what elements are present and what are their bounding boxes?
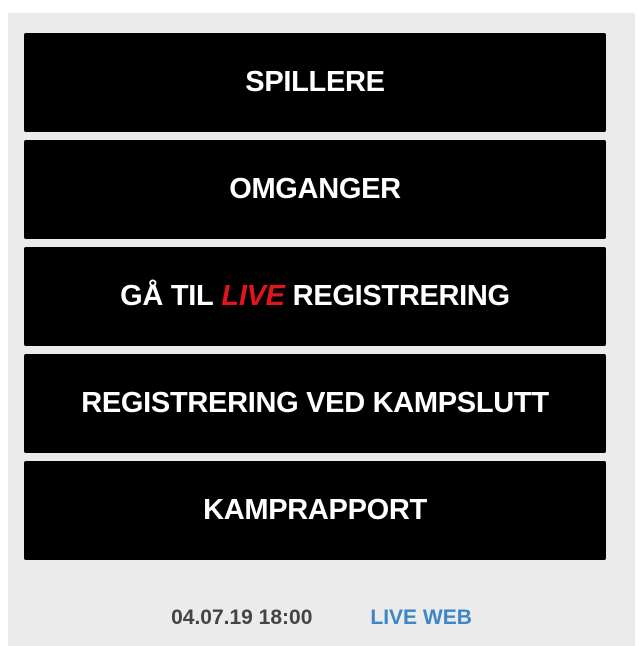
rounds-button[interactable]: OMGANGER [24,140,606,239]
post-match-registration-label: REGISTRERING VED KAMPSLUTT [81,387,549,419]
live-registration-suffix: REGISTRERING [292,280,510,312]
post-match-registration-button[interactable]: REGISTRERING VED KAMPSLUTT [24,354,606,453]
live-web-link[interactable]: LIVE WEB [370,606,472,630]
live-highlight: LIVE [221,280,285,312]
match-datetime: 04.07.19 18:00 [171,606,313,629]
live-registration-button[interactable]: GÅ TIL LIVE REGISTRERING [24,247,606,346]
match-report-button[interactable]: KAMPRAPPORT [24,461,606,560]
live-registration-prefix: GÅ TIL [120,280,214,312]
match-footer: 04.07.19 18:00 LIVE WEB [8,606,635,630]
players-button[interactable]: SPILLERE [24,33,606,132]
players-button-label: SPILLERE [245,66,385,98]
match-report-label: KAMPRAPPORT [203,494,427,526]
rounds-button-label: OMGANGER [229,173,401,205]
match-menu: SPILLERE OMGANGER GÅ TIL LIVE REGISTRERI… [24,33,606,560]
match-menu-panel: SPILLERE OMGANGER GÅ TIL LIVE REGISTRERI… [8,13,635,646]
